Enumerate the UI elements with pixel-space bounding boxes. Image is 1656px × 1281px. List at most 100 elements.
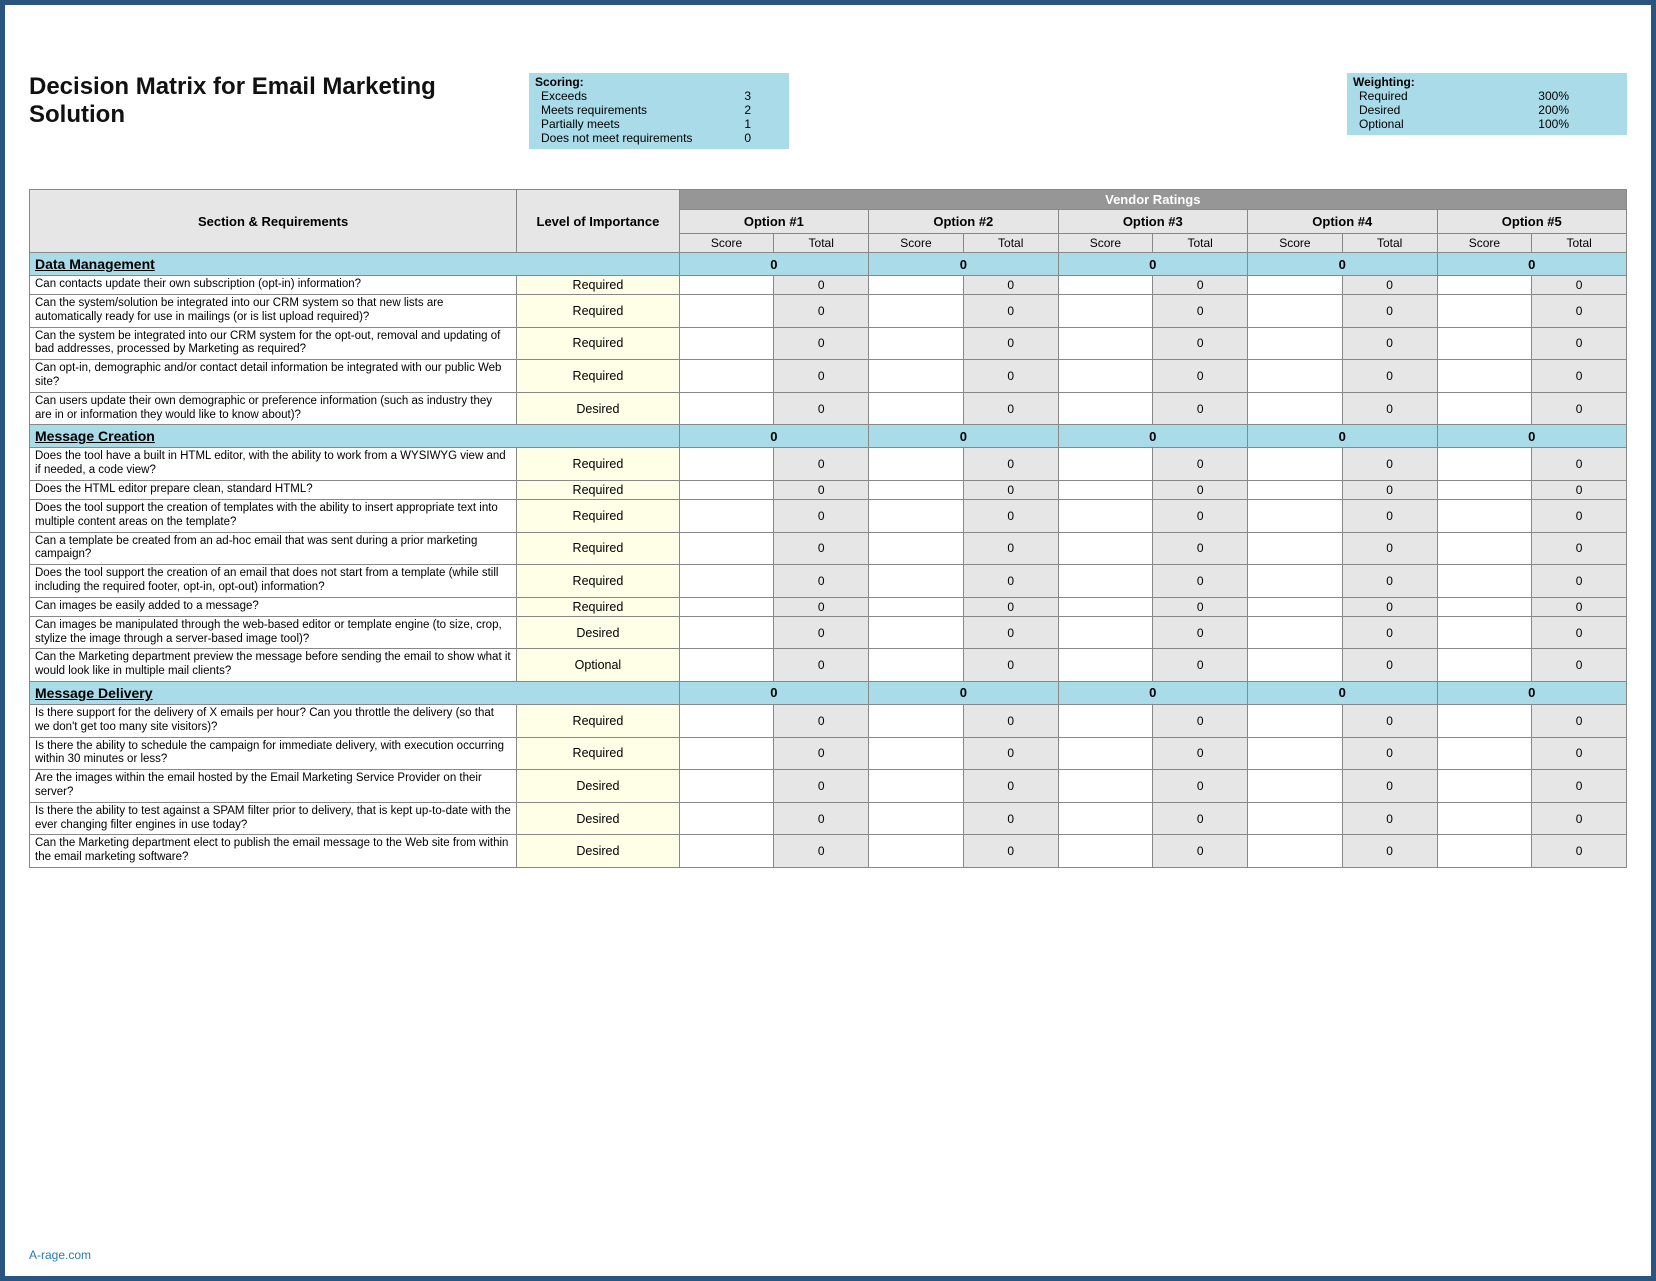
score-cell[interactable] [1058, 770, 1153, 803]
score-cell[interactable] [679, 649, 774, 682]
score-cell[interactable] [1058, 392, 1153, 425]
score-cell[interactable] [1058, 565, 1153, 598]
score-cell[interactable] [869, 737, 964, 770]
score-cell[interactable] [1248, 448, 1343, 481]
score-cell[interactable] [869, 327, 964, 360]
score-cell[interactable] [869, 565, 964, 598]
score-cell[interactable] [869, 448, 964, 481]
importance-cell[interactable]: Required [517, 276, 679, 295]
score-cell[interactable] [679, 565, 774, 598]
score-cell[interactable] [869, 835, 964, 868]
score-cell[interactable] [679, 480, 774, 499]
score-cell[interactable] [1248, 704, 1343, 737]
score-cell[interactable] [1058, 295, 1153, 328]
score-cell[interactable] [679, 295, 774, 328]
score-cell[interactable] [1248, 597, 1343, 616]
score-cell[interactable] [1248, 802, 1343, 835]
importance-cell[interactable]: Optional [517, 649, 679, 682]
score-cell[interactable] [679, 327, 774, 360]
score-cell[interactable] [1248, 499, 1343, 532]
importance-cell[interactable]: Required [517, 532, 679, 565]
score-cell[interactable] [869, 276, 964, 295]
score-cell[interactable] [1437, 802, 1532, 835]
score-cell[interactable] [869, 499, 964, 532]
score-cell[interactable] [1058, 327, 1153, 360]
score-cell[interactable] [1437, 565, 1532, 598]
score-cell[interactable] [869, 532, 964, 565]
importance-cell[interactable]: Required [517, 597, 679, 616]
score-cell[interactable] [1437, 835, 1532, 868]
score-cell[interactable] [1058, 532, 1153, 565]
score-cell[interactable] [1437, 737, 1532, 770]
score-cell[interactable] [1437, 616, 1532, 649]
score-cell[interactable] [869, 480, 964, 499]
score-cell[interactable] [679, 448, 774, 481]
score-cell[interactable] [1437, 770, 1532, 803]
score-cell[interactable] [1437, 295, 1532, 328]
score-cell[interactable] [1437, 649, 1532, 682]
importance-cell[interactable]: Required [517, 327, 679, 360]
score-cell[interactable] [1248, 276, 1343, 295]
score-cell[interactable] [869, 360, 964, 393]
importance-cell[interactable]: Required [517, 737, 679, 770]
importance-cell[interactable]: Desired [517, 770, 679, 803]
score-cell[interactable] [1437, 360, 1532, 393]
score-cell[interactable] [869, 597, 964, 616]
score-cell[interactable] [869, 802, 964, 835]
score-cell[interactable] [1058, 597, 1153, 616]
score-cell[interactable] [1248, 565, 1343, 598]
score-cell[interactable] [869, 616, 964, 649]
score-cell[interactable] [679, 770, 774, 803]
score-cell[interactable] [1437, 532, 1532, 565]
importance-cell[interactable]: Desired [517, 802, 679, 835]
score-cell[interactable] [1248, 649, 1343, 682]
importance-cell[interactable]: Required [517, 360, 679, 393]
score-cell[interactable] [1248, 616, 1343, 649]
importance-cell[interactable]: Desired [517, 616, 679, 649]
score-cell[interactable] [1058, 276, 1153, 295]
score-cell[interactable] [1058, 360, 1153, 393]
score-cell[interactable] [869, 295, 964, 328]
score-cell[interactable] [679, 802, 774, 835]
score-cell[interactable] [869, 770, 964, 803]
score-cell[interactable] [679, 392, 774, 425]
score-cell[interactable] [1058, 704, 1153, 737]
importance-cell[interactable]: Required [517, 704, 679, 737]
score-cell[interactable] [1437, 597, 1532, 616]
score-cell[interactable] [1248, 295, 1343, 328]
score-cell[interactable] [1437, 392, 1532, 425]
score-cell[interactable] [869, 392, 964, 425]
score-cell[interactable] [1058, 802, 1153, 835]
importance-cell[interactable]: Required [517, 295, 679, 328]
score-cell[interactable] [1058, 448, 1153, 481]
score-cell[interactable] [1248, 392, 1343, 425]
score-cell[interactable] [679, 276, 774, 295]
score-cell[interactable] [1058, 616, 1153, 649]
importance-cell[interactable]: Required [517, 448, 679, 481]
importance-cell[interactable]: Desired [517, 392, 679, 425]
score-cell[interactable] [1058, 835, 1153, 868]
score-cell[interactable] [679, 360, 774, 393]
score-cell[interactable] [1248, 360, 1343, 393]
score-cell[interactable] [1248, 532, 1343, 565]
score-cell[interactable] [679, 835, 774, 868]
score-cell[interactable] [679, 532, 774, 565]
importance-cell[interactable]: Desired [517, 835, 679, 868]
score-cell[interactable] [1248, 327, 1343, 360]
score-cell[interactable] [1248, 737, 1343, 770]
importance-cell[interactable]: Required [517, 499, 679, 532]
score-cell[interactable] [1437, 499, 1532, 532]
score-cell[interactable] [679, 704, 774, 737]
score-cell[interactable] [1058, 499, 1153, 532]
score-cell[interactable] [1058, 649, 1153, 682]
score-cell[interactable] [1437, 704, 1532, 737]
score-cell[interactable] [1437, 448, 1532, 481]
score-cell[interactable] [869, 704, 964, 737]
score-cell[interactable] [1248, 770, 1343, 803]
score-cell[interactable] [1437, 327, 1532, 360]
importance-cell[interactable]: Required [517, 565, 679, 598]
score-cell[interactable] [679, 737, 774, 770]
score-cell[interactable] [1437, 276, 1532, 295]
score-cell[interactable] [1437, 480, 1532, 499]
score-cell[interactable] [679, 597, 774, 616]
